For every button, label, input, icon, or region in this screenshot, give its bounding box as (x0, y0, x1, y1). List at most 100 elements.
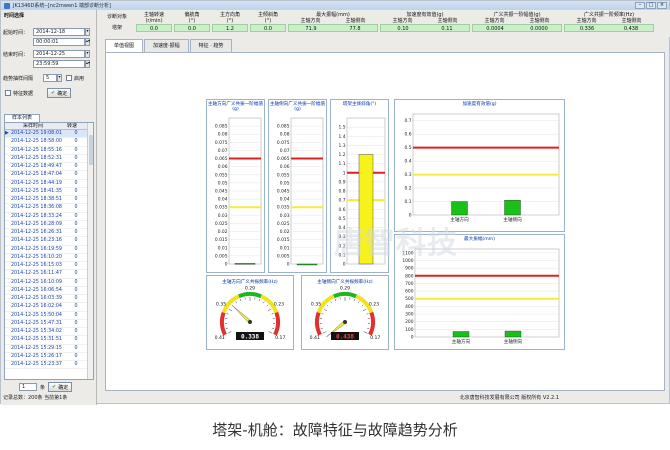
header-col-label: 主倾斜角 (°) (257, 12, 278, 24)
trend-interval-dropdown-icon[interactable]: ▾ (57, 74, 62, 82)
end-time-field[interactable]: 23:59:59 (33, 60, 85, 68)
page-input[interactable]: 1 (19, 383, 37, 391)
plot-area (412, 113, 560, 216)
sample-speed: 0 (74, 172, 78, 178)
page-unit: 条 (40, 384, 46, 391)
gauge-band (273, 311, 280, 336)
sample-time: 2014-12-25 18:49:47 (11, 164, 62, 169)
minimize-button[interactable]: – (635, 2, 645, 9)
list-scrollbar[interactable] (87, 123, 93, 379)
gauge-tick (334, 298, 337, 301)
y-tick-label: 0.075 (277, 140, 290, 146)
gauge-tick (322, 331, 327, 334)
start-time-field[interactable]: 00:00:01 (33, 38, 85, 46)
list-item[interactable]: 2014-12-25 16:28:09 0 (5, 221, 93, 229)
list-item[interactable]: 2014-12-25 18:58:00 0 (5, 138, 93, 147)
end-date-dropdown-icon[interactable]: ▾ (85, 50, 90, 58)
list-item[interactable]: 2014-12-25 18:47:04 0 (5, 171, 93, 180)
list-item[interactable]: 2014-12-25 18:38:51 0 (5, 196, 93, 205)
gauge-tick-label: 0.41 (310, 335, 320, 341)
y-tick-label: 0.04 (280, 197, 290, 203)
check-icon: ✔ (51, 90, 56, 96)
start-date-field[interactable]: 2014-12-18 (33, 28, 85, 36)
sample-time: 2014-12-25 15:31:51 (11, 337, 62, 343)
y-tick-label: 0.3 (405, 172, 412, 178)
sample-speed: 0 (74, 254, 78, 260)
sample-speed: 0 (74, 329, 78, 334)
list-item[interactable]: 2014-12-25 18:33:24 0 (5, 213, 93, 221)
y-tick-label: 0.015 (277, 237, 290, 243)
start-date-dropdown-icon[interactable]: ▾ (85, 28, 90, 36)
sample-speed: 0 (74, 147, 78, 153)
bar (296, 263, 318, 266)
list-item[interactable]: 2014-12-25 16:23:16 0 (5, 237, 93, 246)
list-item[interactable]: 2014-12-25 15:50:04 0 (5, 312, 93, 320)
list-item[interactable]: 2014-12-25 15:29:15 0 (5, 345, 93, 353)
list-item[interactable]: 2014-12-25 15:23:37 0 (5, 361, 93, 370)
tab-feature-trend[interactable]: 特征 · 趋势 (189, 39, 233, 52)
sample-speed: 0 (74, 279, 78, 285)
trend-interval-select[interactable]: 5 (43, 74, 57, 82)
section-title: 时间选择 (4, 13, 25, 19)
figure-caption: 塔架-机舱：故障特征与故障趋势分析 (212, 421, 458, 439)
list-item[interactable]: 2014-12-25 18:55:16 0 (5, 147, 93, 155)
gauge-tick (267, 308, 272, 312)
tab-single-value[interactable]: 单值视图 (105, 39, 144, 52)
enable-checkbox[interactable] (66, 75, 72, 81)
tab-acceleration-amplitude[interactable]: 加速度·振幅 (144, 39, 189, 52)
chart-acceleration-rms: 加速度有效值(g) 0 0.1 0.2 0.3 0.4 0.5 0.6 0.7 主轴方向 主轴侧向 (394, 99, 565, 232)
plot-area (414, 248, 560, 338)
list-item[interactable]: 2014-12-25 16:26:31 0 (5, 229, 93, 238)
list-item[interactable]: 2014-12-25 16:10:09 0 (5, 279, 93, 287)
page-confirm-button[interactable]: ✔ 确定 (48, 382, 73, 392)
tab-sample-list[interactable]: 样本列表 (4, 114, 40, 122)
single-value-panel: 主轴方向广义共振一阶幅值(g) 0 0.005 0.01 0.015 0.02 0.025… (105, 52, 665, 391)
list-item[interactable]: 2014-12-25 15:26:17 0 (5, 353, 93, 361)
sample-speed: 0 (74, 180, 78, 186)
list-item[interactable]: 2014-12-25 18:36:08 0 (5, 204, 93, 213)
list-item[interactable]: 2014-12-25 16:02:04 0 (5, 303, 93, 312)
col-speed-header[interactable]: 转速 (61, 123, 83, 129)
start-time-spinner-icon[interactable]: ▴▾ (85, 38, 90, 46)
list-item[interactable]: 2014-12-25 18:41:35 0 (5, 188, 93, 196)
bar (504, 330, 522, 338)
header-sub-label: 主轴侧向 (437, 18, 458, 24)
gauge-tick-label: 0.41 (215, 335, 225, 341)
list-item[interactable]: 2014-12-25 15:34:02 0 (5, 328, 93, 337)
list-item[interactable]: 2014-12-25 16:03:39 0 (5, 295, 93, 304)
header-col-value: 1.2 (212, 24, 248, 32)
list-item[interactable]: 2014-12-25 16:11:47 0 (5, 270, 93, 279)
list-item[interactable]: 2014-12-25 18:44:19 0 (5, 180, 93, 188)
list-item[interactable]: 2014-12-25 15:47:31 0 (5, 320, 93, 328)
y-tick-label: 0.005 (215, 253, 228, 259)
list-item[interactable]: ▶ 2014-12-25 19:08:01 0 (5, 130, 93, 139)
gauge-readout: 0.438 (336, 334, 354, 341)
col-time-header[interactable]: 采样时间 (5, 123, 61, 129)
end-date-field[interactable]: 2014-12-25 (33, 50, 85, 58)
list-item[interactable]: 2014-12-25 16:19:59 0 (5, 246, 93, 254)
chart-axial-resonance-amplitude: 主轴方向广义共振一阶幅值(g) 0 0.005 0.01 0.015 0.02 0.025… (206, 99, 265, 273)
gauge-band (368, 311, 375, 336)
list-item[interactable]: 2014-12-25 16:10:20 0 (5, 254, 93, 262)
sample-speed: 0 (74, 164, 78, 169)
list-item[interactable]: 2014-12-25 18:49:47 0 (5, 163, 93, 172)
y-tick-label: 0.035 (277, 205, 290, 211)
gauge-tick (321, 313, 324, 315)
feature-checkbox[interactable] (5, 90, 11, 96)
confirm-button[interactable]: ✔ 确定 (47, 88, 72, 98)
end-time-spinner-icon[interactable]: ▴▾ (85, 60, 90, 68)
y-tick-label: 0.08 (218, 132, 228, 138)
list-item[interactable]: 2014-12-25 18:52:31 0 (5, 155, 93, 163)
list-item[interactable]: 2014-12-25 16:15:03 0 (5, 262, 93, 271)
diagnosis-object-value: 塔架 (111, 25, 122, 31)
gauge-tick (235, 301, 237, 304)
close-button[interactable]: × (657, 2, 667, 9)
header-sub-label: 主轴侧向 (345, 18, 366, 24)
sample-time: 2014-12-25 15:34:02 (11, 329, 62, 334)
sample-speed: 0 (74, 271, 78, 277)
list-item[interactable]: 2014-12-25 15:31:51 0 (5, 336, 93, 345)
list-item[interactable]: 2014-12-25 16:06:54 0 (5, 287, 93, 295)
y-tick-label: 0.04 (218, 197, 228, 203)
y-tick-label: 0.9 (339, 179, 346, 185)
maximize-button[interactable]: □ (646, 2, 656, 9)
